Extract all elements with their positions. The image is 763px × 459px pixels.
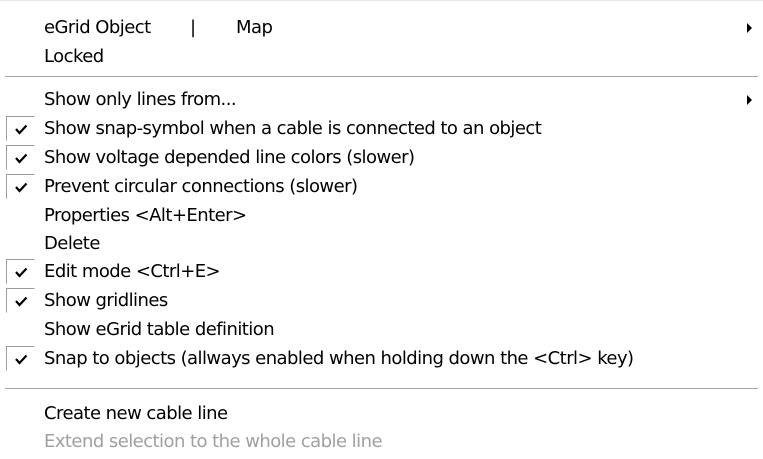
checkmark-icon [6,116,35,141]
checkmark-icon [6,346,35,371]
extend-selection-label: Extend selection to the whole cable line [44,431,383,452]
menu-item-show-voltage-colors[interactable]: Show voltage depended line colors (slowe… [0,144,763,171]
menu-item-show-only-lines[interactable]: Show only lines from... [0,86,763,113]
menu-item-edit-mode[interactable]: Edit mode <Ctrl+E> [0,258,763,285]
context-menu: eGrid Object | Map Locked Show only line… [0,0,763,459]
checkmark-icon [6,288,35,313]
properties-label: Properties <Alt+Enter> [44,205,247,226]
submenu-arrow-icon [747,95,752,105]
menu-item-delete[interactable]: Delete [0,230,763,257]
checkmark-icon [6,259,35,284]
snap-to-objects-label: Snap to objects (allways enabled when ho… [44,348,634,369]
submenu-arrow-icon [747,23,752,33]
show-table-definition-label: Show eGrid table definition [44,319,275,340]
show-voltage-colors-label: Show voltage depended line colors (slowe… [44,147,415,168]
menu-separator [5,76,758,78]
delete-label: Delete [44,233,100,254]
checkmark-icon [6,174,35,199]
menu-item-prevent-circular[interactable]: Prevent circular connections (slower) [0,173,763,200]
menu-item-show-gridlines[interactable]: Show gridlines [0,287,763,314]
menu-item-egrid-object[interactable]: eGrid Object | Map [0,14,763,41]
menu-top-border [0,0,763,1]
egrid-object-divider: | [190,17,197,38]
prevent-circular-label: Prevent circular connections (slower) [44,176,358,197]
menu-item-properties[interactable]: Properties <Alt+Enter> [0,202,763,229]
show-only-lines-label: Show only lines from... [44,89,237,110]
menu-item-snap-to-objects[interactable]: Snap to objects (allways enabled when ho… [0,345,763,372]
egrid-object-label: eGrid Object [44,17,151,38]
menu-item-show-snap-symbol[interactable]: Show snap-symbol when a cable is connect… [0,115,763,142]
menu-item-locked[interactable]: Locked [0,43,763,70]
show-gridlines-label: Show gridlines [44,290,168,311]
menu-item-extend-selection: Extend selection to the whole cable line [0,428,763,455]
edit-mode-label: Edit mode <Ctrl+E> [44,261,221,282]
map-label: Map [236,17,273,38]
show-snap-symbol-label: Show snap-symbol when a cable is connect… [44,118,542,139]
menu-item-show-table-definition[interactable]: Show eGrid table definition [0,316,763,343]
menu-separator [5,388,758,390]
create-cable-line-label: Create new cable line [44,403,228,424]
menu-item-create-cable-line[interactable]: Create new cable line [0,400,763,427]
locked-label: Locked [44,46,104,67]
checkmark-icon [6,145,35,170]
